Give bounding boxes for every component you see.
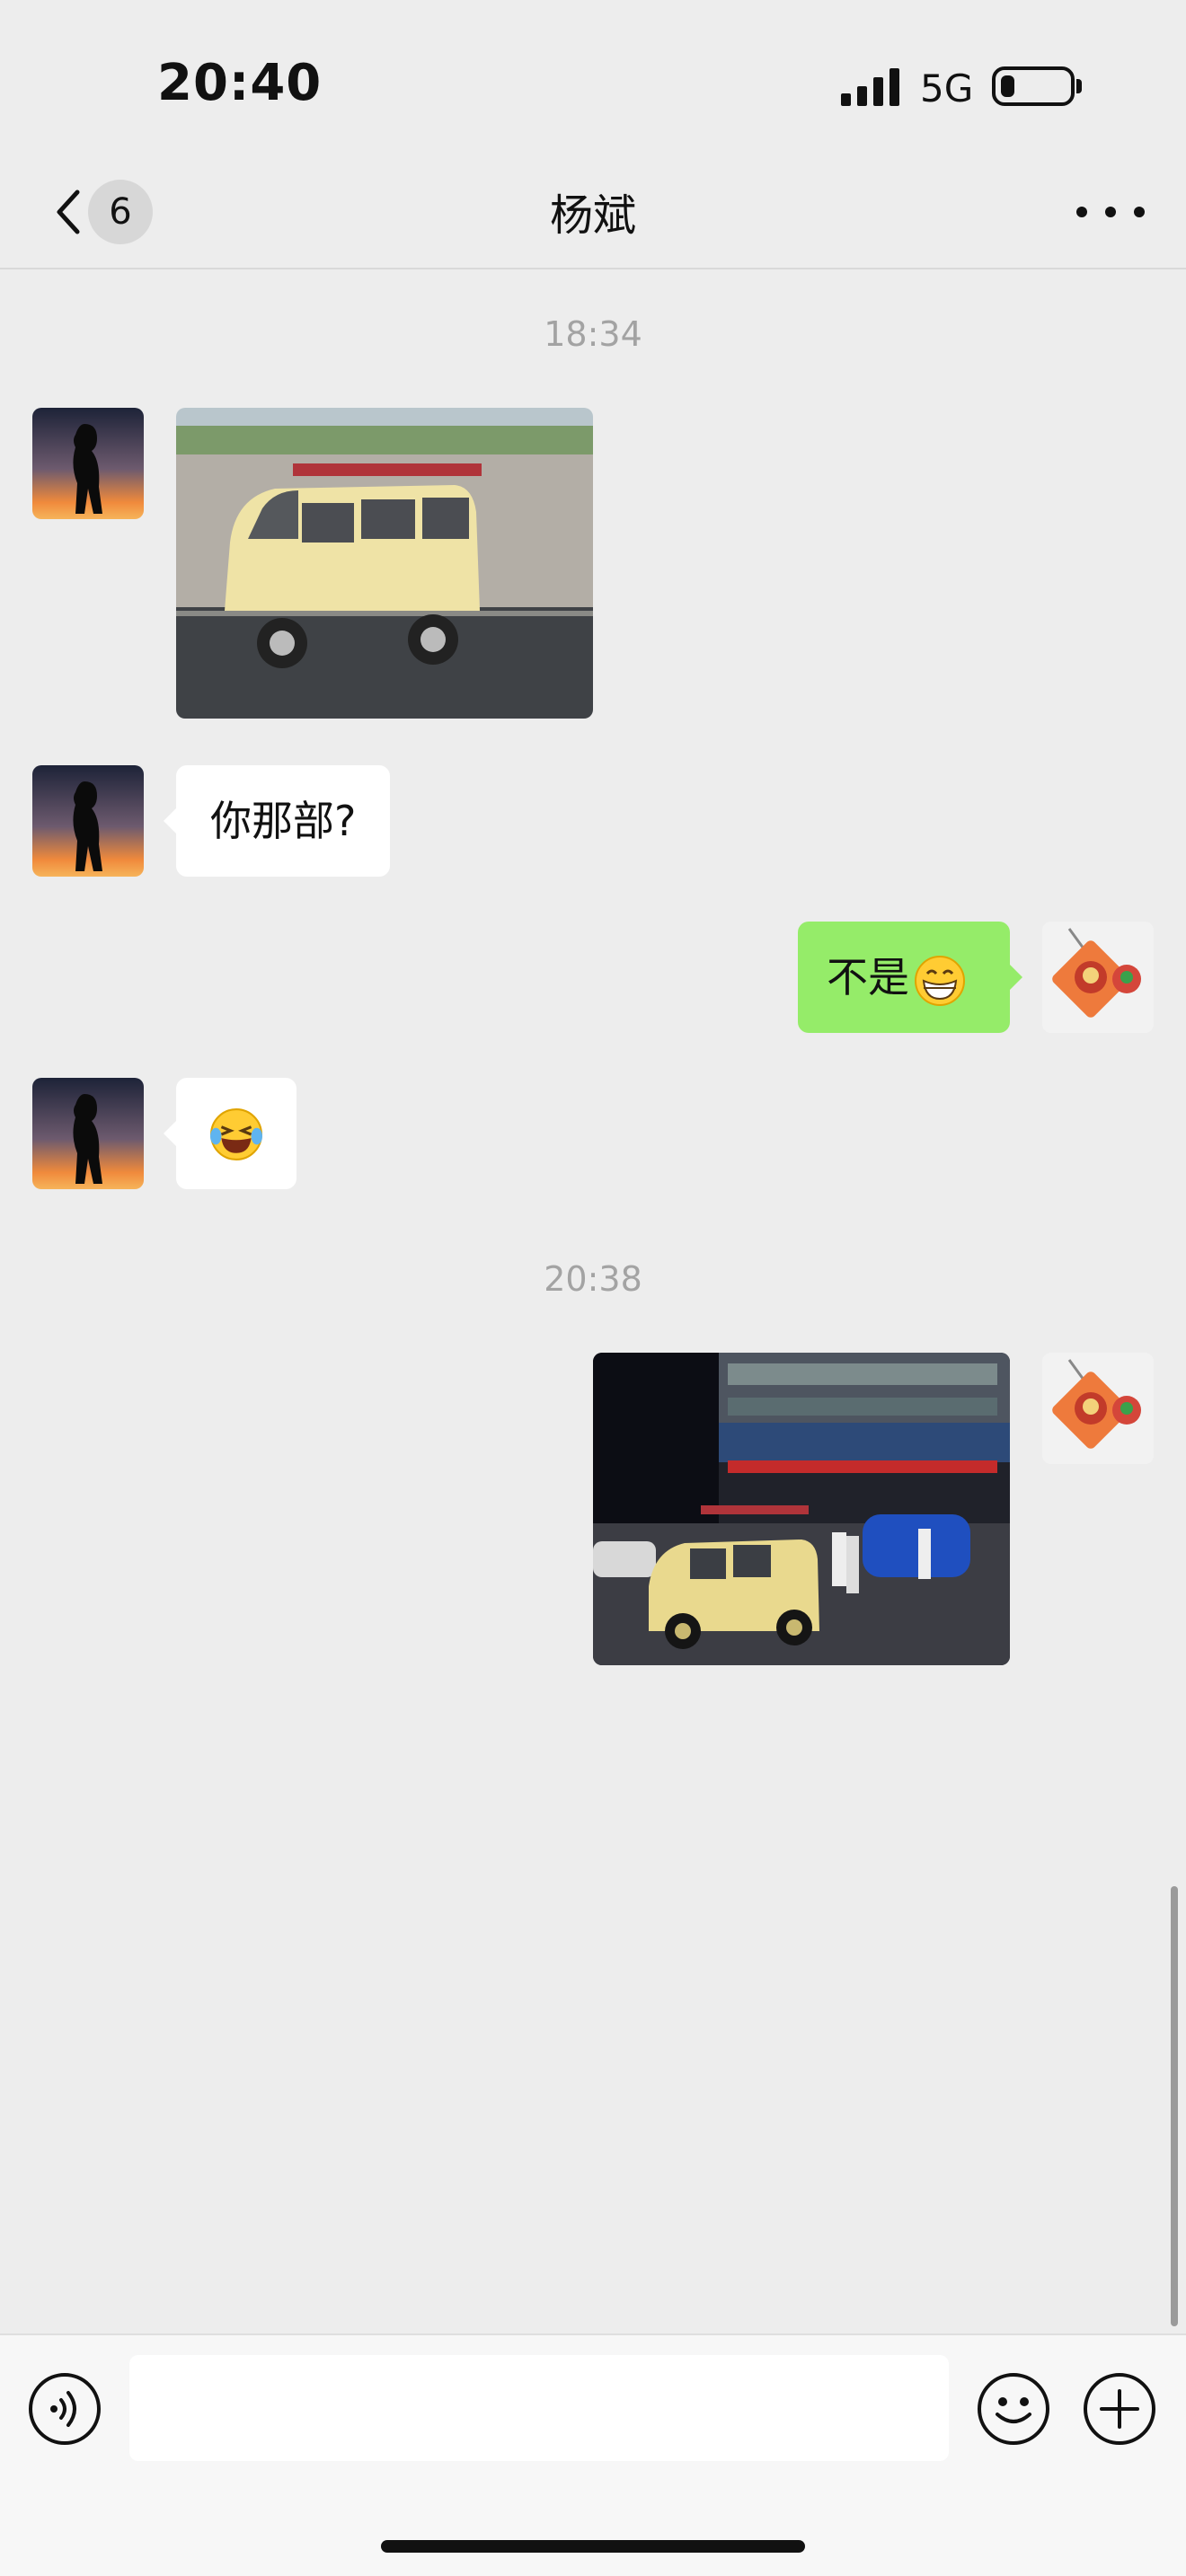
status-time: 20:40 bbox=[157, 54, 323, 112]
home-indicator[interactable] bbox=[381, 2540, 805, 2553]
more-options-button[interactable] bbox=[1075, 189, 1146, 234]
chat-scrollbar[interactable] bbox=[1171, 1886, 1178, 2326]
chat-title: 杨斌 bbox=[549, 190, 636, 241]
message-input[interactable] bbox=[129, 2355, 949, 2461]
contact-avatar[interactable] bbox=[32, 1078, 144, 1189]
battery-icon bbox=[992, 66, 1075, 106]
back-button[interactable]: 6 bbox=[36, 176, 162, 248]
more-icon-dot bbox=[1134, 207, 1145, 217]
network-label: 5G bbox=[920, 66, 974, 110]
more-icon bbox=[1076, 207, 1087, 217]
my-photo-message[interactable] bbox=[593, 1353, 1010, 1665]
smiley-icon bbox=[978, 2373, 1049, 2445]
battery-tip bbox=[1076, 79, 1082, 93]
timestamp: 18:34 bbox=[544, 314, 642, 354]
incoming-emoji-bubble[interactable] bbox=[164, 1078, 296, 1189]
outgoing-text-bubble[interactable]: 不是 bbox=[798, 922, 1022, 1033]
incoming-text-bubble[interactable]: 你那部? bbox=[163, 765, 391, 877]
outgoing-message-text: 不是 bbox=[827, 953, 909, 1001]
more-actions-button[interactable] bbox=[1082, 2371, 1157, 2447]
voice-input-button[interactable] bbox=[27, 2371, 102, 2447]
signal-icon bbox=[841, 68, 899, 106]
laughing-tears-face-icon bbox=[210, 1108, 262, 1160]
emoji-button[interactable] bbox=[976, 2371, 1051, 2447]
contact-avatar[interactable] bbox=[32, 408, 144, 519]
voice-icon bbox=[29, 2373, 101, 2445]
plus-icon bbox=[1084, 2373, 1155, 2445]
my-avatar[interactable] bbox=[1042, 1353, 1154, 1464]
more-icon-dot bbox=[1105, 207, 1116, 217]
contact-avatar[interactable] bbox=[32, 765, 144, 877]
timestamp: 20:38 bbox=[544, 1259, 642, 1299]
contact-photo-message[interactable] bbox=[176, 408, 593, 719]
grinning-face-icon bbox=[915, 955, 965, 1006]
unread-count-badge: 6 bbox=[88, 180, 153, 244]
my-avatar[interactable] bbox=[1042, 922, 1154, 1033]
